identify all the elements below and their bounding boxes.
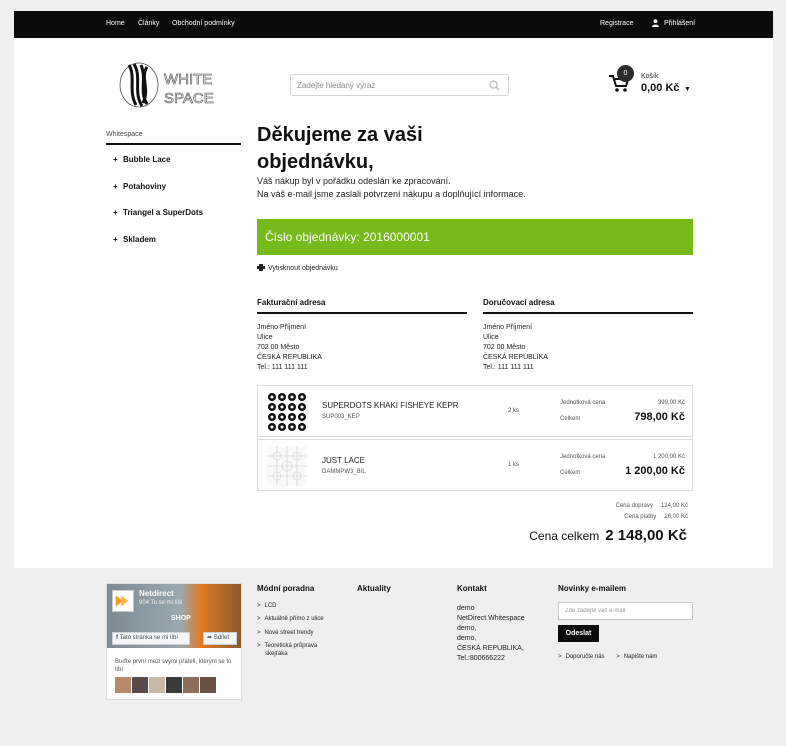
footer-newsletter-links: > Doporučte nás > Napište nám <box>558 654 657 660</box>
avatar[interactable] <box>166 677 182 693</box>
item-total-price: 798,00 Kč <box>634 411 685 423</box>
page: Home Články Obchodní podmínky Registrace… <box>14 11 773 734</box>
avatar[interactable] <box>115 677 131 693</box>
footer-fashion-title: Módní poradna <box>257 584 315 593</box>
recommend-link[interactable]: > Doporučte nás <box>558 654 605 660</box>
total-label: Celkem <box>560 416 581 422</box>
cart-count-badge: 0 <box>617 65 634 82</box>
product-code: SUP003_KEP <box>322 414 360 420</box>
item-total-price: 1 200,00 Kč <box>625 465 685 477</box>
footer-link-street[interactable]: > Aktuálně přímo z ulice <box>257 615 324 623</box>
unit-price: 1 200,00 Kč <box>652 454 685 460</box>
cart-label[interactable]: Košík <box>641 73 659 80</box>
nav-home-link[interactable]: Home <box>106 20 125 27</box>
billing-divider <box>257 312 467 314</box>
whitespace-logo[interactable]: WHITE SPACE <box>114 59 224 111</box>
sidebar-divider <box>106 143 241 145</box>
plus-icon: + <box>113 182 118 191</box>
product-qty: 2 ks <box>508 408 520 414</box>
facebook-widget: Netdirect 904 To se mi líbí SHOP f Tato … <box>106 583 242 700</box>
chevron-down-icon[interactable]: ▼ <box>684 86 691 93</box>
user-icon <box>652 19 659 27</box>
total-label: Celkem <box>560 470 581 476</box>
footer-link-lcd[interactable]: > LCD <box>257 602 277 610</box>
unit-price-label: Jednotková cena <box>560 400 606 406</box>
sidebar-item-triangel[interactable]: + Triangel a SuperDots <box>113 208 203 217</box>
nav-terms-link[interactable]: Obchodní podmínky <box>172 20 235 27</box>
logo-line-1: WHITE <box>164 71 212 88</box>
avatar[interactable] <box>183 677 199 693</box>
product-thumbnail[interactable] <box>267 446 307 486</box>
product-thumbnail[interactable] <box>267 392 307 432</box>
product-name[interactable]: SUPERDOTS KHAKI FISHEYE KEPR <box>322 401 458 410</box>
footer-link-trends[interactable]: > Nové street trendy <box>257 629 314 637</box>
unit-price-label: Jednotková cena <box>560 454 606 460</box>
billing-title: Fakturační adresa <box>257 298 326 307</box>
footer-link-theory[interactable]: > Teoretická průprava skejťáka <box>257 642 317 658</box>
facebook-friends-text: Buďte první mezi svými přáteli, kterým s… <box>115 659 232 673</box>
facebook-like-button[interactable]: f Tato stránka se mi líbí <box>112 632 190 645</box>
order-number-banner: Číslo objednávky: 2016000001 <box>257 219 693 255</box>
order-item-row: SUPERDOTS KHAKI FISHEYE KEPR SUP003_KEP … <box>257 385 693 437</box>
nav-articles-link[interactable]: Články <box>138 20 159 27</box>
sidebar-item-bubble-lace[interactable]: + Bubble Lace <box>113 155 171 164</box>
page-title: Děkujeme za vaši objednávku, <box>257 124 423 173</box>
facebook-share-button[interactable]: ➦ Sdílet <box>203 632 237 645</box>
plus-icon: + <box>113 155 118 164</box>
delivery-title: Doručovací adresa <box>483 298 555 307</box>
search-box <box>290 74 509 96</box>
cart-total[interactable]: 0,00 Kč <box>641 82 680 94</box>
facebook-page-name[interactable]: Netdirect <box>139 589 174 598</box>
sidebar-item-skladem[interactable]: + Skladem <box>113 235 156 244</box>
shipping-fee: Cena dopravy 124,00 Kč <box>615 503 688 509</box>
logo-line-2: SPACE <box>164 90 214 107</box>
login-link[interactable]: Přihlášení <box>664 20 695 27</box>
search-icon[interactable] <box>489 80 500 91</box>
plus-icon: + <box>113 208 118 217</box>
thanks-message: Váš nákup byl v pořádku odeslán ke zprac… <box>257 176 526 199</box>
register-link[interactable]: Registrace <box>600 20 633 27</box>
netdirect-logo <box>112 590 134 612</box>
sidebar-item-potahoviny[interactable]: + Potahoviny <box>113 182 166 191</box>
facebook-cover-image[interactable]: Netdirect 904 To se mi líbí SHOP f Tato … <box>107 584 241 648</box>
shop-sign: SHOP <box>171 615 191 622</box>
product-qty: 1 ks <box>508 462 520 468</box>
footer-newsletter-title: Novinky e-mailem <box>558 584 627 593</box>
footer-news-title: Aktuality <box>357 584 391 593</box>
delivery-divider <box>483 312 693 314</box>
sidebar-title: Whitespace <box>106 131 143 138</box>
footer: Netdirect 904 To se mi líbí SHOP f Tato … <box>14 568 773 734</box>
footer-contact-info: demo NetDirect Whitespace demo, demo, ČESKÁ … <box>457 605 525 662</box>
printer-icon <box>257 264 265 271</box>
top-bar: Home Články Obchodní podmínky Registrace… <box>14 11 773 38</box>
plus-icon: + <box>113 235 118 244</box>
share-icon: ➦ <box>207 635 214 641</box>
payment-fee: Cena platby 26,00 Kč <box>624 514 688 520</box>
facebook-likes: 904 To se mi líbí <box>139 600 183 606</box>
newsletter-email-input[interactable] <box>558 602 693 620</box>
contact-us-link[interactable]: > Napište nám <box>616 654 657 660</box>
footer-contact-title: Kontakt <box>457 584 487 593</box>
unit-price: 399,00 Kč <box>657 400 685 406</box>
order-item-row: JUST LACE DAMMPW3_BIL 1 ks Jednotková ce… <box>257 439 693 491</box>
product-name[interactable]: JUST LACE <box>322 456 365 465</box>
delivery-address: Jméno Příjmení Ulice 702 00 Město ČESKÁ REP… <box>483 324 548 371</box>
billing-address: Jméno Příjmení Ulice 702 00 Město ČESKÁ REP… <box>257 324 322 371</box>
grand-total: Cena celkem 2 148,00 Kč <box>529 527 687 544</box>
newsletter-submit-button[interactable]: Odeslat <box>558 625 599 642</box>
product-code: DAMMPW3_BIL <box>322 469 366 475</box>
avatar[interactable] <box>132 677 148 693</box>
facebook-friend-avatars <box>115 677 217 698</box>
search-input[interactable] <box>297 79 482 92</box>
print-order-link[interactable]: Vytisknout objednávku <box>257 264 338 272</box>
avatar[interactable] <box>149 677 165 693</box>
avatar[interactable] <box>200 677 216 693</box>
